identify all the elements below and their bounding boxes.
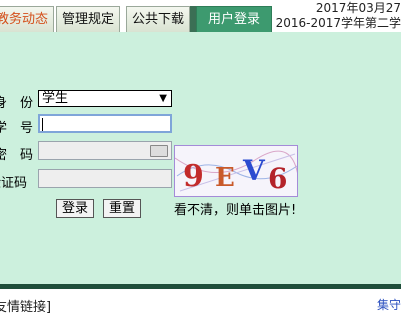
captcha-image[interactable]: 9 E V 6 [174, 145, 298, 197]
tab-user-login[interactable]: 用户登录 [196, 6, 272, 32]
footer: 友情链接] 集守 [0, 289, 401, 321]
svg-text:E: E [215, 163, 235, 193]
captcha-label: 验证码 [0, 176, 28, 191]
password-input[interactable] [38, 141, 172, 160]
svg-text:6: 6 [268, 162, 287, 195]
login-button[interactable]: 登录 [56, 199, 94, 218]
footer-right-link[interactable]: 集守 [377, 296, 401, 313]
tab-news[interactable]: 教务动态 [0, 6, 54, 32]
svg-text:9: 9 [183, 159, 204, 194]
captcha-graphic: 9 E V 6 [175, 150, 297, 195]
identity-select[interactable]: 学生 ▼ [38, 90, 172, 107]
student-id-input[interactable] [38, 114, 172, 133]
password-label: 密 码 [0, 148, 34, 163]
identity-label: 身 份 [0, 96, 34, 111]
friend-links-label[interactable]: 友情链接] [0, 296, 51, 315]
current-date: 2017年03月27 [315, 1, 401, 15]
identity-selected-value: 学生 [42, 91, 69, 106]
reset-button[interactable]: 重置 [103, 199, 141, 218]
captcha-input[interactable] [38, 169, 172, 188]
captcha-hint: 看不清，则单击图片! [174, 203, 297, 218]
svg-text:V: V [242, 154, 266, 187]
tab-regulations[interactable]: 管理规定 [56, 6, 120, 32]
dropdown-arrow-icon: ▼ [159, 93, 167, 104]
top-nav: 教务动态 管理规定 公共下载 用户登录 2017年03月27 2016-2017… [0, 0, 401, 32]
text-caret [42, 118, 43, 131]
keyboard-icon[interactable] [150, 145, 168, 157]
tab-downloads[interactable]: 公共下载 [126, 6, 190, 32]
date-info: 2017年03月27 2016-2017学年第二学 [276, 1, 401, 31]
student-id-label: 学 号 [0, 121, 34, 136]
academic-term: 2016-2017学年第二学 [275, 16, 401, 30]
